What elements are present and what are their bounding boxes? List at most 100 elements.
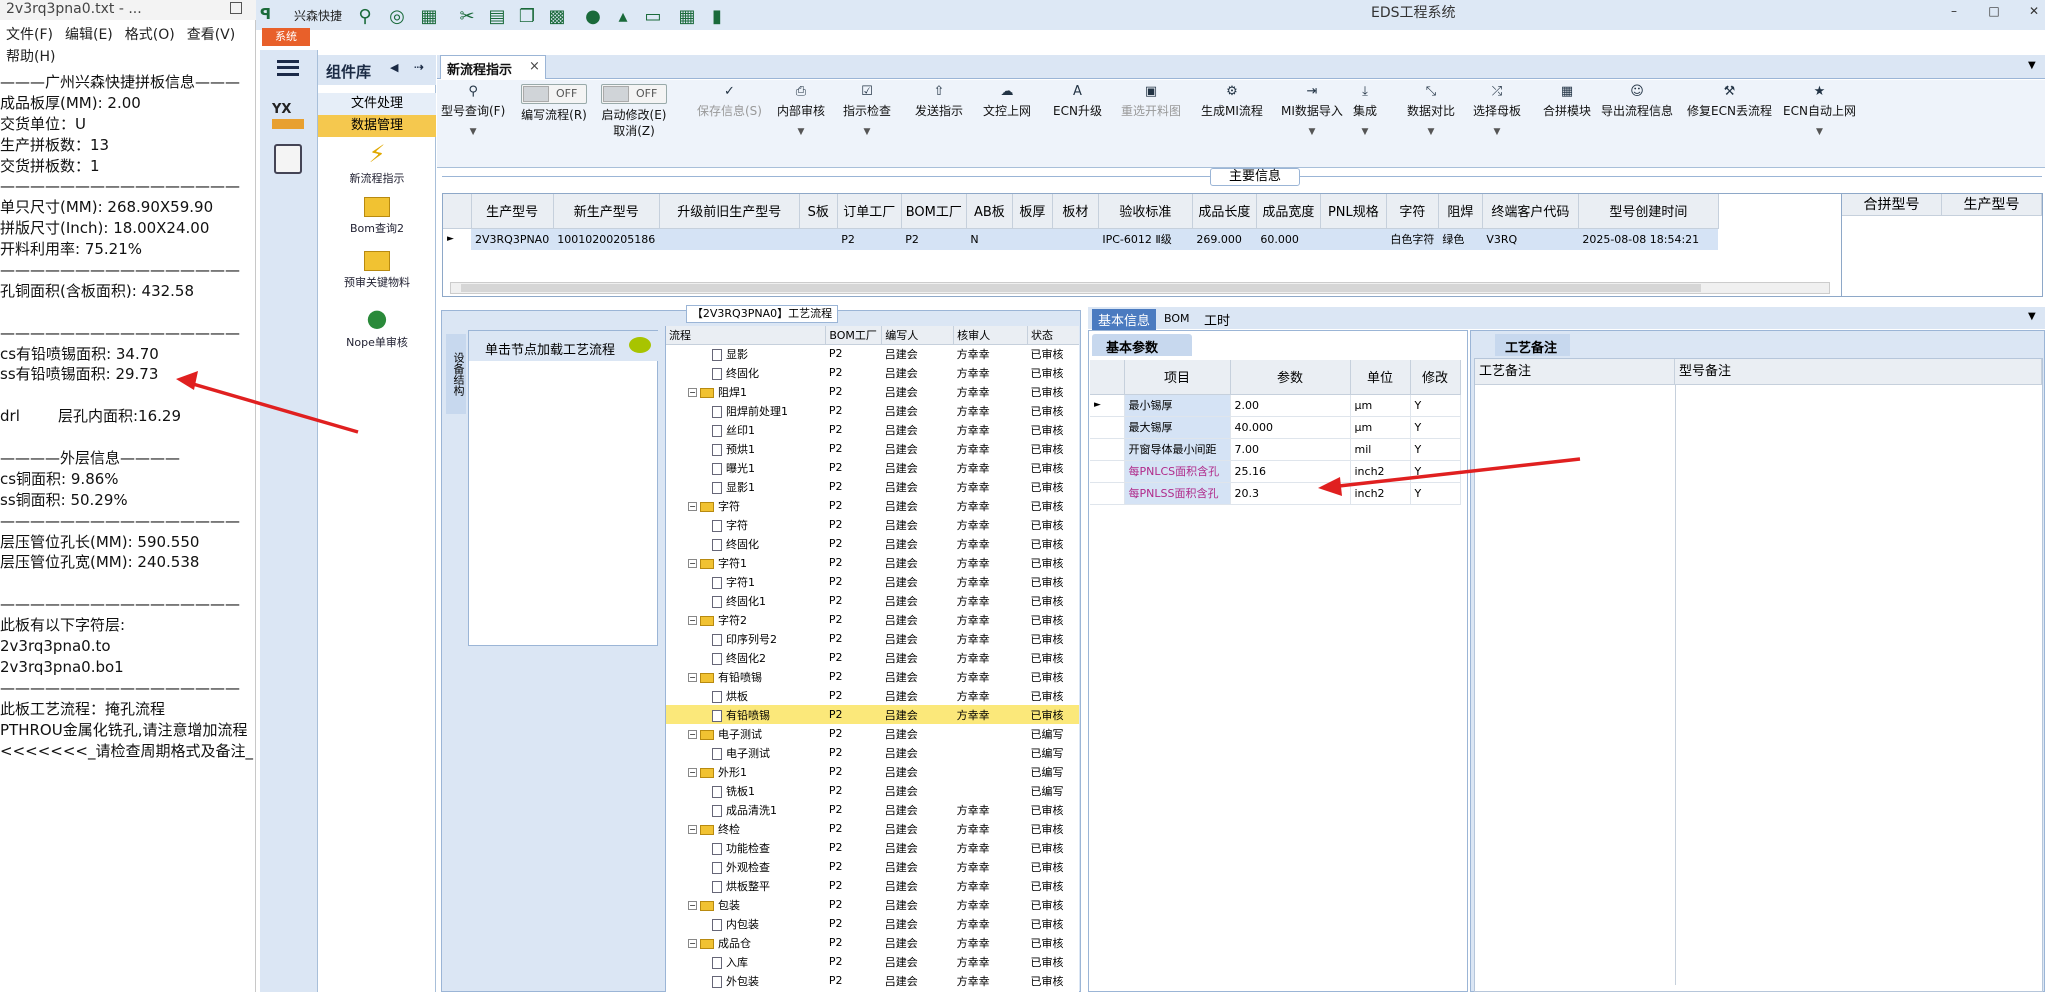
table-icon[interactable]: ▦ xyxy=(418,5,440,27)
notepad-maximize-icon[interactable] xyxy=(230,2,242,14)
collapse-toggle-icon[interactable]: − xyxy=(688,502,697,511)
flow-row[interactable]: 铣板1 P2 吕建会 已编写 xyxy=(666,781,1079,800)
system-button[interactable]: 系统 xyxy=(262,28,310,46)
flow-node-cell[interactable]: − 电子测试 xyxy=(666,724,826,743)
flow-row[interactable]: 功能检查 P2 吕建会 方幸幸 已审核 xyxy=(666,838,1079,857)
ribbon-button[interactable]: ⚲ 型号查询(F) ▼ xyxy=(441,84,505,137)
dropdown-arrow-icon[interactable]: ▼ xyxy=(441,127,505,137)
flow-row[interactable]: 印序列号2 P2 吕建会 方幸幸 已审核 xyxy=(666,629,1079,648)
ribbon-button[interactable]: ⤡ 数据对比 ▼ xyxy=(1407,84,1455,137)
flow-row[interactable]: 外包装 P2 吕建会 方幸幸 已审核 xyxy=(666,971,1079,990)
ribbon-button[interactable]: ▦ 合拼模块 xyxy=(1543,84,1591,119)
flow-node-cell[interactable]: 入库 xyxy=(666,952,826,971)
flow-row[interactable]: − 外形1 P2 吕建会 已编写 xyxy=(666,762,1079,781)
flow-row[interactable]: − 字符 P2 吕建会 方幸幸 已审核 xyxy=(666,496,1079,515)
notepad-menu-item[interactable]: 帮助(H) xyxy=(6,46,55,68)
collapse-toggle-icon[interactable]: − xyxy=(688,901,697,910)
dropdown-arrow-icon[interactable]: ▼ xyxy=(1783,127,1856,137)
flow-row[interactable]: 烘板整平 P2 吕建会 方幸幸 已审核 xyxy=(666,876,1079,895)
flow-row[interactable]: 阻焊前处理1 P2 吕建会 方幸幸 已审核 xyxy=(666,401,1079,420)
flow-row[interactable]: 预烘1 P2 吕建会 方幸幸 已审核 xyxy=(666,439,1079,458)
flow-node-cell[interactable]: 终固化 xyxy=(666,534,826,553)
collapse-toggle-icon[interactable]: − xyxy=(688,768,697,777)
tool-key-material[interactable]: 预审关键物料 xyxy=(318,251,436,290)
flow-row[interactable]: 内包装 P2 吕建会 方幸幸 已审核 xyxy=(666,914,1079,933)
notepad-text[interactable]: ———广州兴森快捷拼板信息——— 成品板厚(MM): 2.00 交货单位：U 生产拼板… xyxy=(0,72,256,761)
grid-icon[interactable]: ▩ xyxy=(546,5,568,27)
book-icon[interactable]: ▮ xyxy=(706,5,728,27)
flow-row[interactable]: − 字符2 P2 吕建会 方幸幸 已审核 xyxy=(666,610,1079,629)
ribbon-button[interactable]: ⚒ 修复ECN丢流程 xyxy=(1687,84,1772,119)
flow-row[interactable]: 电子测试 P2 吕建会 已编写 xyxy=(666,743,1079,762)
tab-new-flow[interactable]: 新流程指示 × xyxy=(440,55,546,79)
flow-node-cell[interactable]: 显影1 xyxy=(666,477,826,496)
flow-row[interactable]: − 终检 P2 吕建会 方幸幸 已审核 xyxy=(666,819,1079,838)
flow-node-cell[interactable]: 阻焊前处理1 xyxy=(666,401,826,420)
flow-node-cell[interactable]: 烘板整平 xyxy=(666,876,826,895)
param-value[interactable]: 20.3 xyxy=(1230,482,1351,505)
ribbon-button[interactable]: ★ ECN自动上网 ▼ xyxy=(1783,84,1856,137)
ribbon-button[interactable]: ⤓ 集成 ▼ xyxy=(1353,84,1377,137)
flow-row[interactable]: 显影1 P2 吕建会 方幸幸 已审核 xyxy=(666,477,1079,496)
yx-module-icon[interactable]: YX xyxy=(272,102,304,134)
tab-close-icon[interactable]: × xyxy=(529,59,540,74)
flow-node-cell[interactable]: 铣板1 xyxy=(666,781,826,800)
copy-icon[interactable]: ❐ xyxy=(516,5,538,27)
param-row[interactable]: 每PNLSS面积含孔 20.3 inch2 Y xyxy=(1090,482,1461,505)
side-tab-structure[interactable]: 设备结构 xyxy=(446,334,466,414)
dropdown-arrow-icon[interactable]: ▼ xyxy=(1473,127,1521,137)
dropdown-arrow-icon[interactable]: ▼ xyxy=(777,127,825,137)
tool-bom-query[interactable]: Bom查询2 xyxy=(318,197,436,236)
collapse-icon[interactable]: ◀ xyxy=(390,61,398,74)
flow-node-cell[interactable]: − 阻焊1 xyxy=(666,382,826,401)
param-value[interactable]: 2.00 xyxy=(1230,394,1351,417)
close-icon[interactable]: ✕ xyxy=(2026,4,2042,20)
flow-row[interactable]: 字符 P2 吕建会 方幸幸 已审核 xyxy=(666,515,1079,534)
flow-node-cell[interactable]: 功能检查 xyxy=(666,838,826,857)
flow-node-cell[interactable]: 外观检查 xyxy=(666,857,826,876)
flow-node-cell[interactable]: 印序列号2 xyxy=(666,629,826,648)
monitor-icon[interactable]: ▭ xyxy=(642,5,664,27)
flow-row[interactable]: 入库 P2 吕建会 方幸幸 已审核 xyxy=(666,952,1079,971)
flow-node-cell[interactable]: − 字符2 xyxy=(666,610,826,629)
dropdown-arrow-icon[interactable]: ▼ xyxy=(1281,127,1343,137)
param-value[interactable]: 40.000 xyxy=(1230,416,1351,439)
notepad-menu-item[interactable]: 格式(O) xyxy=(125,24,175,46)
ribbon-button[interactable]: ☑ 指示检查 ▼ xyxy=(843,84,891,137)
param-row[interactable]: 开窗导体最小间距 7.00 mil Y xyxy=(1090,438,1461,461)
collapse-toggle-icon[interactable]: − xyxy=(688,388,697,397)
notepad-menu-item[interactable]: 查看(V) xyxy=(187,24,236,46)
flow-node-cell[interactable]: 丝印1 xyxy=(666,420,826,439)
tab-bom[interactable]: BOM xyxy=(1158,311,1196,326)
ribbon-button[interactable]: ✓ 保存信息(S) xyxy=(697,84,762,119)
ribbon-button[interactable]: ☁ 文控上网 xyxy=(983,84,1031,119)
flow-node-cell[interactable]: − 终检 xyxy=(666,819,826,838)
hamburger-icon[interactable] xyxy=(277,60,299,76)
dropdown-arrow-icon[interactable]: ▼ xyxy=(843,127,891,137)
menu-data-management[interactable]: 数据管理 xyxy=(318,115,436,137)
dropdown-arrow-icon[interactable]: ▼ xyxy=(1353,127,1377,137)
windows-icon[interactable]: ▦ xyxy=(676,5,698,27)
flow-node-cell[interactable]: 烘板 xyxy=(666,686,826,705)
ribbon-button[interactable]: OFF 编写流程(R) xyxy=(521,84,587,123)
flow-row[interactable]: 终固化1 P2 吕建会 方幸幸 已审核 xyxy=(666,591,1079,610)
ribbon-button[interactable]: ☺ 导出流程信息 xyxy=(1601,84,1673,119)
flow-node-cell[interactable]: − 外形1 xyxy=(666,762,826,781)
flow-row[interactable]: 成品清洗1 P2 吕建会 方幸幸 已审核 xyxy=(666,800,1079,819)
flow-row[interactable]: 丝印1 P2 吕建会 方幸幸 已审核 xyxy=(666,420,1079,439)
collapse-toggle-icon[interactable]: − xyxy=(688,616,697,625)
tool-nope-review[interactable]: ● Nope单审核 xyxy=(318,305,436,350)
collapse-toggle-icon[interactable]: − xyxy=(688,939,697,948)
tab-work-hours[interactable]: 工时 xyxy=(1198,309,1236,330)
lifebuoy-icon[interactable]: ◎ xyxy=(386,5,408,27)
collapse-toggle-icon[interactable]: − xyxy=(688,730,697,739)
chart-icon[interactable]: ▴ xyxy=(612,5,634,27)
ribbon-button[interactable]: ⤮ 选择母板 ▼ xyxy=(1473,84,1521,137)
tabstrip-dropdown-icon[interactable]: ▼ xyxy=(2028,60,2036,71)
flow-row[interactable]: − 成品仓 P2 吕建会 方幸幸 已审核 xyxy=(666,933,1079,952)
collapse-toggle-icon[interactable]: − xyxy=(688,559,697,568)
flow-row[interactable]: 有铅喷锡 P2 吕建会 方幸幸 已审核 xyxy=(666,705,1079,724)
calculator-icon[interactable] xyxy=(274,144,302,174)
param-value[interactable]: 7.00 xyxy=(1230,438,1351,461)
flow-row[interactable]: 烘板 P2 吕建会 方幸幸 已审核 xyxy=(666,686,1079,705)
